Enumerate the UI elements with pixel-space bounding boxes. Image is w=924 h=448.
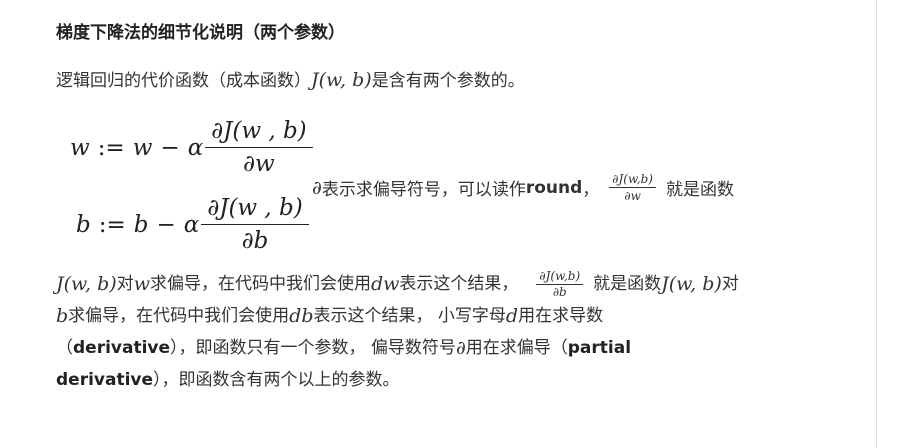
partial-symbol: ∂	[312, 176, 322, 199]
side-comma: ，	[582, 180, 600, 200]
side-fraction: ∂J(w,b) ∂w	[609, 172, 656, 203]
eq-alpha: α	[187, 134, 204, 161]
text-run: 用在求偏导（	[465, 338, 568, 358]
page-title: 梯度下降法的细节化说明（两个参数）	[56, 23, 345, 43]
eq-minus: −	[156, 211, 176, 238]
math-term: b	[56, 305, 69, 327]
intro-math: J(w, b)	[311, 69, 372, 91]
text-run: 就是函数	[593, 274, 662, 294]
inline-frac-num: ∂J(w,b)	[536, 269, 584, 285]
paragraph-line-4: derivative ），即函数含有两个以上的参数。	[56, 364, 856, 396]
text-run: 表示这个结果， 小写字母	[313, 306, 506, 326]
math-term: ∂	[455, 337, 466, 359]
eq-lhs: w	[70, 134, 90, 161]
eq-fraction: ∂J(w , b) ∂b	[201, 195, 309, 254]
inline-frac-den: ∂b	[552, 285, 567, 299]
update-equation-w: w := w − α ∂J(w , b) ∂w	[70, 118, 313, 177]
text-run: 对	[116, 274, 134, 294]
math-term: w	[133, 273, 150, 295]
eq-numerator: ∂J(w , b)	[205, 118, 313, 148]
math-term: J(w, b)	[56, 273, 117, 295]
intro-text-after: 是含有两个参数的。	[371, 71, 525, 91]
eq-denominator: ∂b	[241, 228, 269, 254]
side-frac-den: ∂w	[624, 189, 641, 203]
math-term: d	[505, 305, 519, 327]
bold-term: partial	[567, 338, 632, 358]
text-run: 表示这个结果，	[399, 274, 519, 294]
paragraph-line-1: J(w, b) 对 w 求偏导，在代码中我们会使用 dw 表示这个结果， ∂J(…	[56, 268, 856, 300]
partial-symbol-note: ∂ 表示求偏导符号，可以读作 round ， ∂J(w,b) ∂w 就是函数	[312, 172, 734, 203]
text-run: 对	[721, 274, 739, 294]
intro-text: 逻辑回归的代价函数（成本函数）	[56, 71, 311, 91]
math-term: db	[289, 305, 314, 327]
update-equation-b: b := b − α ∂J(w , b) ∂b	[76, 195, 309, 254]
explanation-paragraph: J(w, b) 对 w 求偏导，在代码中我们会使用 dw 表示这个结果， ∂J(…	[56, 268, 856, 396]
eq-base: w	[132, 134, 153, 161]
side-after: 就是函数	[666, 180, 734, 200]
math-term: J(w, b)	[661, 273, 722, 295]
eq-assign: :=	[97, 134, 125, 161]
eq-alpha: α	[183, 211, 200, 238]
text-run: （	[56, 338, 73, 358]
text-run: 求偏导，在代码中我们会使用	[68, 306, 290, 326]
text-run: ），即函数只有一个参数， 偏导数符号	[170, 338, 456, 358]
bold-term: derivative	[73, 338, 171, 358]
side-frac-num: ∂J(w,b)	[609, 172, 656, 188]
text-run: 用在求导数	[518, 306, 604, 326]
eq-numerator: ∂J(w , b)	[201, 195, 309, 225]
side-text: 表示求偏导符号，可以读作	[321, 180, 526, 200]
text-run: 求偏导，在代码中我们会使用	[149, 274, 371, 294]
text-run: ），即函数含有两个以上的参数。	[153, 370, 400, 390]
inline-fraction: ∂J(w,b) ∂b	[536, 269, 584, 299]
math-term: dw	[370, 273, 400, 295]
eq-base: b	[133, 211, 149, 238]
bold-term: derivative	[56, 370, 154, 390]
eq-fraction: ∂J(w , b) ∂w	[205, 118, 313, 177]
paragraph-line-2: b 求偏导，在代码中我们会使用 db 表示这个结果， 小写字母 d 用在求导数	[56, 300, 856, 332]
eq-assign: :=	[98, 211, 126, 238]
side-bold: round	[525, 177, 583, 198]
eq-minus: −	[160, 134, 180, 161]
intro-sentence: 逻辑回归的代价函数（成本函数）J(w, b)是含有两个参数的。	[56, 66, 525, 91]
eq-lhs: b	[76, 211, 91, 238]
paragraph-line-3: （ derivative ），即函数只有一个参数， 偏导数符号 ∂ 用在求偏导（…	[56, 332, 856, 364]
eq-denominator: ∂w	[243, 151, 275, 177]
